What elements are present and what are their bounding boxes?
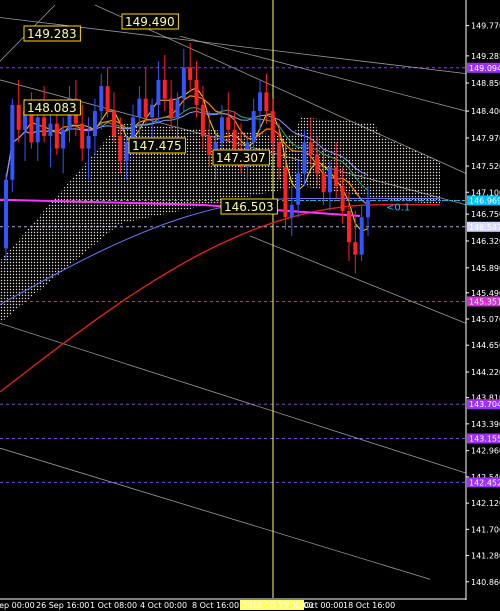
date-label: 1 Oct 08:00	[90, 601, 137, 610]
candle-body	[308, 142, 313, 155]
price-tick-label: 149.285	[471, 52, 500, 61]
price-tick-label: 145.890	[471, 264, 500, 273]
price-tick-label: 145.070	[471, 315, 500, 324]
price-tick-label: 144.220	[471, 368, 500, 377]
candle-body	[188, 67, 193, 80]
highlight-date-label: 2018.10.15 00:00	[242, 601, 313, 610]
candle-body	[61, 129, 66, 149]
candle-body	[226, 117, 231, 130]
candle-body	[200, 104, 205, 137]
candle-body	[315, 154, 320, 174]
candle-body	[302, 142, 307, 174]
candle-body	[162, 79, 167, 99]
price-annotation-label: 149.283	[27, 27, 77, 41]
candle-body	[118, 136, 123, 162]
price-level-label: 149.094	[469, 64, 500, 73]
candle-body	[283, 167, 288, 218]
price-tick-label: 143.390	[471, 420, 500, 429]
price-annotation-label: 147.307	[216, 151, 266, 165]
price-tick-label: 142.120	[471, 499, 500, 508]
price-tick-label: 148.400	[471, 107, 500, 116]
candle-body	[54, 123, 59, 149]
candle-body	[4, 179, 8, 249]
date-label: 4 Oct 00:00	[140, 601, 187, 610]
candle-body	[48, 123, 53, 137]
candle-body	[16, 104, 21, 130]
candle-body	[124, 142, 129, 162]
price-tick-label: 148.850	[471, 79, 500, 88]
candle-body	[156, 79, 161, 105]
candle-body	[42, 117, 47, 137]
price-annotation-label: 148.083	[27, 101, 77, 115]
candle-body	[321, 173, 326, 193]
candle-body	[258, 92, 263, 112]
price-tick-label: 141.280	[471, 552, 500, 561]
candle-body	[366, 200, 370, 218]
candle-body	[346, 210, 351, 243]
candle-body	[270, 111, 275, 143]
candle-body	[353, 242, 358, 255]
price-tick-label: 147.970	[471, 134, 500, 143]
chart-area: 149.490 149.283 148.083 147.475 147.307 146.5…	[0, 0, 500, 611]
price-tick-label: 142.960	[471, 447, 500, 456]
price-level-label: 143.155	[469, 435, 500, 444]
candle-body	[334, 167, 339, 187]
candle-body	[105, 86, 110, 112]
candle-body	[289, 204, 294, 218]
candle-body	[277, 142, 282, 168]
price-level-label: 142.452	[469, 478, 500, 487]
candle-body	[35, 117, 40, 143]
date-label: 8 Oct 16:00	[192, 601, 239, 610]
price-tick-label: 147.520	[471, 162, 500, 171]
candle-body	[207, 136, 212, 155]
price-annotation-label: 146.503	[224, 200, 274, 214]
candle-body	[169, 98, 174, 118]
candle-body	[29, 111, 34, 143]
price-level-label: 145.351	[469, 297, 500, 306]
price-tick-label: 149.770	[471, 22, 500, 31]
candle-body	[219, 117, 224, 143]
price-annotation-label: 149.490	[125, 15, 175, 29]
price-annotation-label: 147.475	[132, 139, 182, 153]
price-tick-label: 141.700	[471, 525, 500, 534]
candle-body	[111, 111, 116, 137]
candle-body	[251, 111, 256, 143]
chart-background	[0, 0, 500, 611]
candle-body	[92, 111, 97, 137]
candle-body	[86, 136, 91, 149]
candle-body	[296, 173, 301, 205]
arrow-marker-label: <0.1	[386, 202, 410, 213]
candle-body	[143, 98, 148, 118]
price-tick-label: 146.750	[471, 210, 500, 219]
price-tick-label: 140.860	[471, 578, 500, 587]
candle-body	[232, 129, 237, 149]
candle-body	[181, 67, 186, 99]
price-tick-label: 145.490	[471, 289, 500, 298]
date-label: 18 Oct 16:00	[343, 601, 395, 610]
price-chart-svg: 149.490 149.283 148.083 147.475 147.307 146.5…	[0, 0, 500, 611]
candle-body	[194, 79, 199, 105]
candle-body	[175, 98, 180, 118]
date-label: Oct 00:00	[304, 601, 343, 610]
candle-body	[264, 92, 269, 112]
candle-body	[137, 98, 142, 118]
price-level-label: 146.969	[469, 196, 500, 205]
candle-body	[150, 104, 155, 118]
price-tick-label: 144.650	[471, 341, 500, 350]
candle-body	[340, 186, 345, 211]
candle-body	[99, 86, 104, 112]
candle-body	[80, 123, 85, 149]
candle-body	[10, 104, 15, 180]
price-level-label: 143.704	[469, 400, 500, 409]
price-level-label: 146.547	[469, 223, 500, 232]
date-label: 26 Sep 16:00	[36, 601, 89, 610]
price-tick-label: 146.320	[471, 237, 500, 246]
candle-body	[327, 167, 332, 193]
date-label: Sep 00:00	[0, 601, 35, 610]
candle-body	[359, 217, 364, 255]
